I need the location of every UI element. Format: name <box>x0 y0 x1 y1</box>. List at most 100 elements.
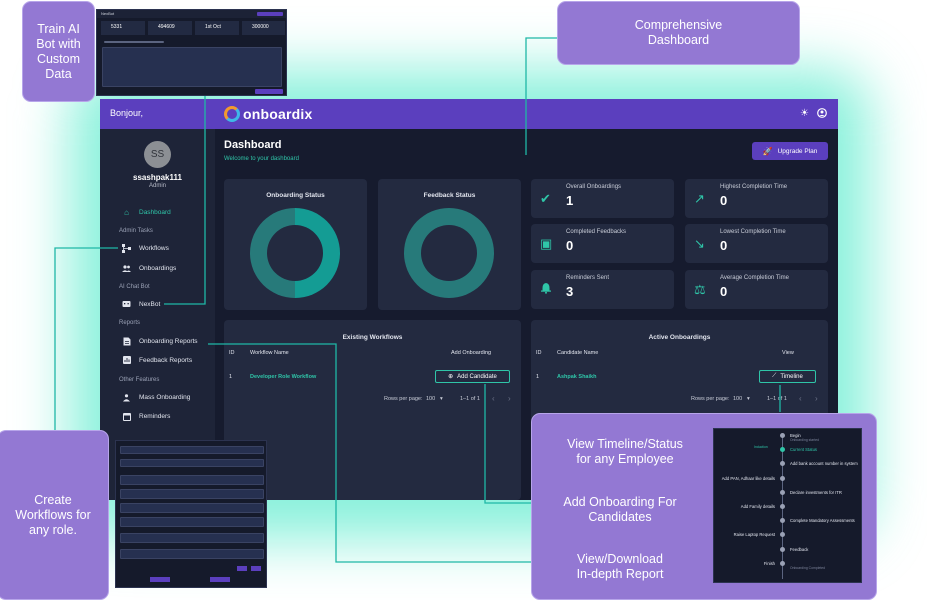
onboarding-status-donut[interactable] <box>250 208 340 298</box>
stat-value: 0 <box>720 193 728 208</box>
timeline-step-sub: Onboarding started <box>790 438 820 442</box>
chevron-down-icon[interactable]: ▾ <box>440 396 443 402</box>
add-candidate-button[interactable]: ⊕ Add Candidate <box>435 370 510 383</box>
stat-value: 0 <box>566 238 574 253</box>
timeline-dot <box>780 518 785 524</box>
next-page-icon[interactable]: › <box>508 394 511 403</box>
callout-add-onboarding: Add Onboarding For Candidates <box>563 495 677 524</box>
section-admin-tasks: Admin Tasks <box>119 228 153 234</box>
preview-button <box>257 12 283 16</box>
stat-label: Overall Onboardings <box>566 184 622 190</box>
column-header: View <box>782 350 794 356</box>
next-page-icon[interactable]: › <box>815 394 818 403</box>
workflow-name-link[interactable]: Developer Role Workflow <box>250 374 316 380</box>
preview-field <box>120 533 264 543</box>
rocket-icon: 🚀 <box>762 146 773 156</box>
double-check-icon: ✔ <box>540 191 551 206</box>
avatar[interactable]: SS <box>144 141 171 168</box>
preview-stat: 1st Oct <box>195 21 239 35</box>
rows-per-page-select[interactable]: 100 <box>733 396 742 402</box>
onboarding-status-card: Onboarding Status <box>224 179 367 310</box>
stat-card-completed-feedbacks: ▣ Completed Feedbacks 0 <box>531 224 674 263</box>
candidate-name-link[interactable]: Ashpak Shaikh <box>557 374 596 380</box>
timeline-dot <box>780 560 785 566</box>
cell-id: 1 <box>229 374 233 380</box>
preview-line <box>104 41 164 43</box>
sun-icon[interactable]: ☀ <box>800 108 809 119</box>
timeline-step-label: Finish <box>763 560 775 566</box>
column-header: Candidate Name <box>557 350 599 356</box>
stat-label: Average Completion Time <box>720 275 789 281</box>
prev-page-icon[interactable]: ‹ <box>799 394 802 403</box>
stat-value: 3 <box>566 284 574 299</box>
preview-button <box>255 89 283 94</box>
callout-workflows: Create Workflows for any role. <box>0 430 109 600</box>
sidebar-item-feedback-reports[interactable]: Feedback Reports <box>122 354 192 366</box>
preview-button <box>150 577 170 582</box>
stat-label: Reminders Sent <box>566 275 610 281</box>
timeline-step-label: Add PAN, Adhaar like details <box>721 475 775 481</box>
calendar-icon <box>122 412 131 421</box>
sidebar-item-reminders[interactable]: Reminders <box>122 410 170 422</box>
column-header: Add Onboarding <box>451 350 492 356</box>
callout-train-bot: Train AI Bot with Custom Data <box>22 1 95 102</box>
page-subtitle: Welcome to your dashboard <box>224 156 299 162</box>
sidebar-item-dashboard[interactable]: ⌂ Dashboard <box>122 206 171 218</box>
preview-button <box>251 566 261 571</box>
sidebar-item-onboardings[interactable]: Onboardings <box>122 262 176 274</box>
bot-icon <box>122 300 131 309</box>
timeline-dot <box>780 546 785 552</box>
sidebar-item-label: NexBot <box>139 300 161 308</box>
sidebar-item-label: Feedback Reports <box>139 356 193 364</box>
timeline-active-note: Induction <box>754 445 768 450</box>
existing-workflows-table: Existing Workflows ID Workflow Name Add … <box>224 320 521 500</box>
user-role: Admin <box>148 183 166 189</box>
home-icon: ⌂ <box>124 207 129 217</box>
sidebar-item-onboarding-reports[interactable]: Onboarding Reports <box>122 335 198 347</box>
rows-per-page-label: Rows per page: <box>691 396 730 402</box>
feedback-status-card: Feedback Status <box>378 179 521 310</box>
callout-report: View/Download In-depth Report <box>576 552 664 581</box>
preview-field <box>120 489 264 499</box>
group-icon <box>122 393 131 402</box>
preview-field <box>120 549 264 559</box>
card-title: Feedback Status <box>423 192 476 199</box>
feedback-status-donut[interactable] <box>404 208 494 298</box>
prev-page-icon[interactable]: ‹ <box>492 394 495 403</box>
logo-mark-icon <box>224 106 240 122</box>
timeline-dot <box>780 447 785 453</box>
preview-text-area <box>102 47 282 87</box>
trending-down-icon: ↘ <box>694 236 705 251</box>
preview-field <box>120 446 264 454</box>
stage: Bonjour, onboardix ☀ SS ssashpak111 Admi… <box>0 0 927 600</box>
nexbot-preview: NexBot 5331 494609 1st Oct 300000 <box>96 9 287 96</box>
table-title: Existing Workflows <box>342 334 403 341</box>
preview-field <box>120 459 264 467</box>
pagination-range: 1–1 of 1 <box>460 396 480 402</box>
preview-field <box>120 503 264 513</box>
timeline-step-label: Feedback <box>790 546 809 552</box>
report-icon <box>122 356 131 365</box>
rows-per-page-select[interactable]: 100 <box>426 396 435 402</box>
column-header: Workflow Name <box>250 350 289 356</box>
sidebar-item-workflows[interactable]: Workflows <box>122 242 169 254</box>
user-circle-icon[interactable] <box>817 108 827 121</box>
timeline-dot <box>780 489 785 495</box>
upgrade-plan-label: Upgrade Plan <box>777 147 818 155</box>
rows-per-page-label: Rows per page: <box>384 396 423 402</box>
timeline-step-label: Add bank account number in system <box>790 461 858 467</box>
sidebar-item-nexbot[interactable]: NexBot <box>122 298 160 310</box>
preview-button <box>210 577 230 582</box>
preview-stat: 5331 <box>101 21 145 35</box>
preview-field <box>120 517 264 527</box>
brand-name: onboardix <box>243 106 313 122</box>
sidebar-item-mass-onboarding[interactable]: Mass Onboarding <box>122 391 190 403</box>
upgrade-plan-button[interactable]: 🚀 Upgrade Plan <box>752 142 828 160</box>
chevron-down-icon[interactable]: ▾ <box>747 396 750 402</box>
timeline-step-label: Complete Mandatory Assessments <box>790 518 855 524</box>
preview-stat: 300000 <box>242 21 285 35</box>
card-title: Onboarding Status <box>266 192 325 199</box>
timeline-button[interactable]: ⟋ Timeline <box>759 370 816 383</box>
stat-label: Lowest Completion Time <box>720 229 786 235</box>
brand-logo[interactable]: onboardix <box>224 105 312 123</box>
